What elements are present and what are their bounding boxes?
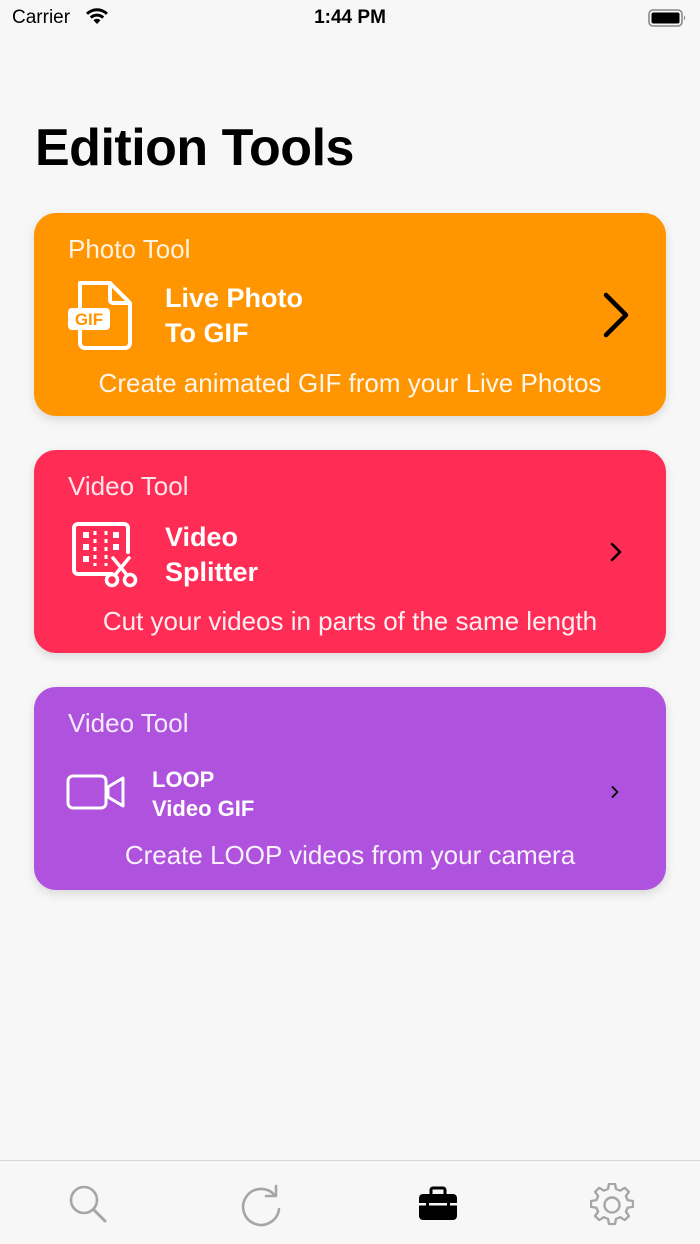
gear-icon [589, 1182, 635, 1226]
card-description: Create LOOP videos from your camera [124, 840, 576, 870]
card-title-line1: Video [165, 522, 239, 552]
tab-search[interactable] [66, 1183, 110, 1227]
card-title: Live Photo To GIF [165, 281, 303, 350]
loop-video-gif-card[interactable]: Video Tool LOOP Video GIF Create LOOP vi… [34, 687, 666, 890]
briefcase-icon [419, 1186, 457, 1220]
status-bar: Carrier 1:44 PM [0, 0, 700, 40]
live-photo-to-gif-card[interactable]: Photo Tool GIF Live Photo To GIF Create … [34, 213, 666, 416]
chevron-right-icon [603, 292, 629, 338]
card-title-line2: Video GIF [152, 795, 255, 821]
tab-history[interactable] [240, 1183, 284, 1227]
card-category: Video Tool [68, 471, 189, 501]
card-title-line2: To GIF [165, 317, 249, 348]
chevron-right-icon [611, 786, 619, 798]
page-title: Edition Tools [35, 119, 354, 177]
video-camera-icon [66, 774, 125, 810]
card-title-line1: LOOP [152, 767, 215, 792]
search-icon [69, 1185, 107, 1223]
card-description: Create animated GIF from your Live Photo… [98, 368, 602, 398]
tab-settings[interactable] [589, 1182, 635, 1227]
card-description: Cut your videos in parts of the same len… [102, 606, 598, 636]
battery-icon [648, 9, 686, 27]
card-category: Photo Tool [68, 234, 191, 264]
tab-tools[interactable] [416, 1183, 460, 1227]
video-splitter-card[interactable]: Video Tool Video Splitter Cut your video… [34, 450, 666, 653]
video-cut-icon [72, 522, 138, 588]
svg-text:GIF: GIF [75, 310, 103, 329]
card-title: Video Splitter [165, 520, 258, 589]
card-title: LOOP Video GIF [152, 766, 254, 823]
gif-file-icon: GIF [68, 281, 132, 350]
card-category: Video Tool [68, 708, 189, 738]
refresh-icon [241, 1184, 281, 1227]
tab-bar [0, 1160, 700, 1244]
status-time: 1:44 PM [314, 7, 386, 28]
chevron-right-icon [610, 542, 622, 562]
card-title-line2: Splitter [165, 556, 259, 587]
card-title-line1: Live Photo [165, 283, 304, 313]
